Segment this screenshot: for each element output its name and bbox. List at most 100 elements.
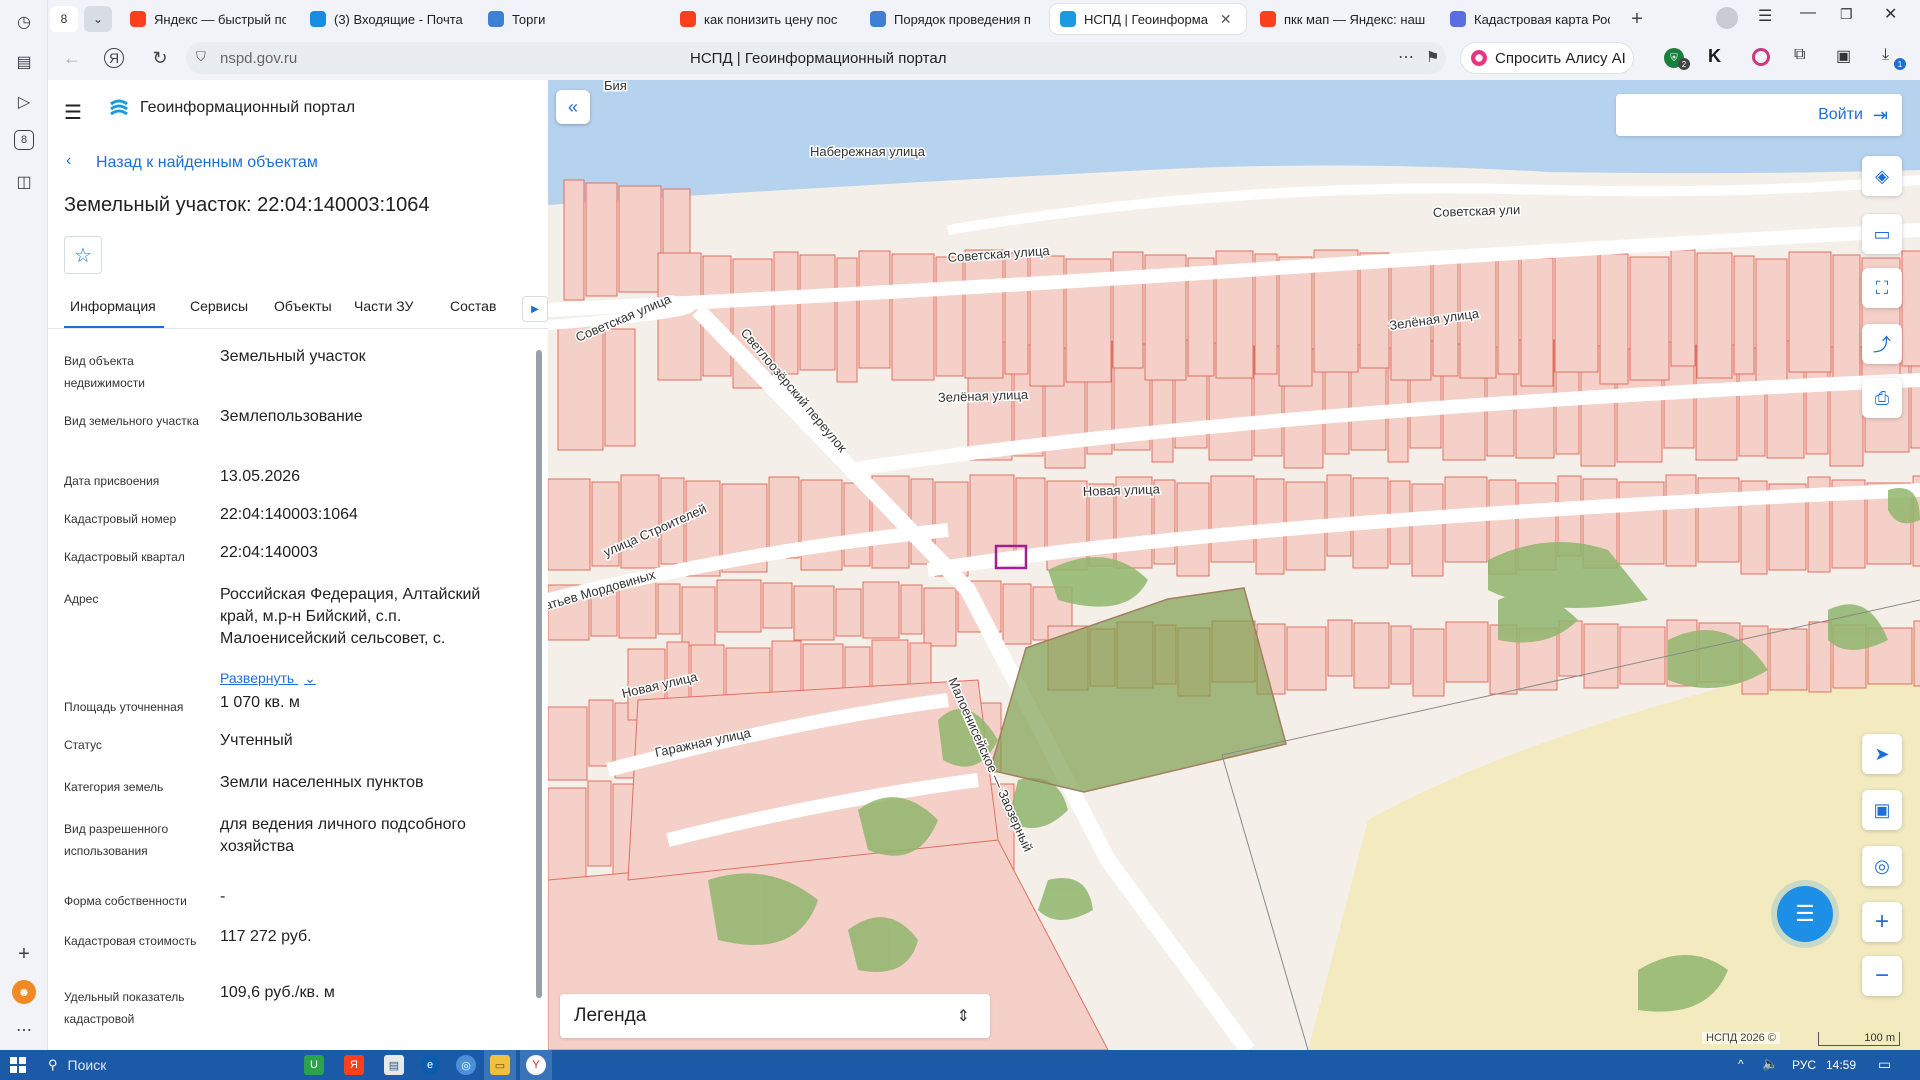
- parcel[interactable]: [681, 586, 716, 647]
- parcel[interactable]: [1665, 474, 1697, 567]
- tab-composition[interactable]: Состав: [450, 298, 496, 314]
- parcel[interactable]: [1412, 628, 1445, 697]
- parcel[interactable]: [1755, 258, 1788, 387]
- parcel[interactable]: [1788, 251, 1832, 373]
- parcel[interactable]: [548, 706, 588, 781]
- parcel[interactable]: [1520, 257, 1554, 387]
- parcel[interactable]: [773, 251, 799, 375]
- collapse-panel-icon[interactable]: «: [556, 90, 590, 124]
- parcel[interactable]: [835, 588, 862, 637]
- login-button[interactable]: Войти ⇥: [1616, 94, 1902, 136]
- parcel[interactable]: [1618, 481, 1665, 565]
- parcel[interactable]: [1112, 251, 1144, 369]
- print-icon[interactable]: ⎙: [1862, 378, 1902, 418]
- parcel[interactable]: [969, 474, 1015, 563]
- parcel[interactable]: [799, 254, 836, 371]
- parcel[interactable]: [716, 579, 762, 633]
- taskbar-notepad-icon[interactable]: ▤: [384, 1055, 404, 1075]
- tab-objects[interactable]: Объекты: [274, 298, 332, 314]
- parcel[interactable]: [964, 249, 1004, 379]
- parcel[interactable]: [1670, 249, 1696, 367]
- parcel[interactable]: [1599, 253, 1629, 385]
- new-tab-button[interactable]: +: [1624, 6, 1650, 32]
- parcel[interactable]: [1901, 250, 1920, 367]
- parcel[interactable]: [891, 253, 935, 381]
- parcel[interactable]: [1913, 620, 1920, 687]
- parcel[interactable]: [1696, 252, 1733, 379]
- parcel[interactable]: [604, 328, 636, 447]
- tabs-scroll-right-icon[interactable]: ▶: [522, 296, 548, 322]
- parcel[interactable]: [1176, 482, 1210, 577]
- parcel[interactable]: [935, 256, 964, 377]
- legend-toggle-icon[interactable]: ⇕: [957, 1006, 970, 1026]
- tab-list-chevron-icon[interactable]: ⌄: [84, 6, 112, 32]
- more-icon[interactable]: ⋯: [12, 1018, 36, 1042]
- parcel[interactable]: [1278, 256, 1313, 387]
- parcel[interactable]: [1353, 622, 1390, 689]
- parcel[interactable]: [923, 587, 957, 647]
- profile-mascot-icon[interactable]: ☻: [12, 980, 36, 1004]
- favorite-star-button[interactable]: ☆: [64, 236, 102, 274]
- back-chevron-icon[interactable]: ‹: [66, 152, 71, 170]
- hamburger-menu-icon[interactable]: ☰: [64, 100, 82, 125]
- menu-icon[interactable]: ☰: [1758, 6, 1772, 26]
- geo-pin-icon[interactable]: ◎: [1862, 846, 1902, 886]
- ruler-icon[interactable]: ▭: [1862, 214, 1902, 254]
- profile-avatar[interactable]: [1716, 7, 1738, 29]
- close-tab-icon[interactable]: ✕: [1220, 11, 1232, 28]
- taskbar-search-box[interactable]: ⚲ Поиск: [38, 1050, 288, 1080]
- tray-clock[interactable]: 14:59: [1826, 1058, 1856, 1072]
- panel-scrollbar-thumb[interactable]: [536, 350, 542, 998]
- site-info-icon[interactable]: ⛉: [196, 49, 206, 65]
- parcel[interactable]: [762, 582, 793, 629]
- taskbar-browser-icon[interactable]: e: [420, 1055, 440, 1075]
- parcel[interactable]: [620, 474, 660, 569]
- parcel[interactable]: [1210, 475, 1255, 563]
- back-arrow-icon[interactable]: ←: [60, 46, 84, 70]
- close-window-icon[interactable]: ✕: [1884, 4, 1897, 24]
- collections-icon[interactable]: ▤: [12, 50, 36, 74]
- legend-bar[interactable]: Легенда ⇕: [560, 994, 990, 1038]
- parcel[interactable]: [1359, 252, 1390, 369]
- taskbar-globe-icon[interactable]: ◎: [456, 1055, 476, 1075]
- parcel[interactable]: [1583, 623, 1619, 689]
- play-icon[interactable]: ▷: [12, 90, 36, 114]
- taskbar-explorer-slot[interactable]: ▭: [484, 1050, 516, 1080]
- parcel[interactable]: [563, 179, 585, 301]
- parcel[interactable]: [588, 699, 614, 767]
- layers-icon[interactable]: ◈: [1862, 156, 1902, 196]
- extension-puzzle-icon[interactable]: ⧉: [1794, 46, 1805, 64]
- parcel[interactable]: [618, 185, 662, 293]
- share-icon[interactable]: ⤴: [1862, 324, 1902, 364]
- zoom-out-icon[interactable]: −: [1862, 956, 1902, 996]
- back-to-results-link[interactable]: Назад к найденным объектам: [96, 154, 318, 172]
- parcel[interactable]: [862, 581, 900, 639]
- locate-arrow-icon[interactable]: ➤: [1862, 734, 1902, 774]
- download-icon[interactable]: ⤓: [1882, 46, 1889, 64]
- panel-scrollbar-track[interactable]: [536, 350, 542, 998]
- parcel[interactable]: [800, 479, 843, 571]
- taskbar-yandex-icon[interactable]: Я: [344, 1055, 364, 1075]
- tab-services[interactable]: Сервисы: [190, 298, 248, 314]
- yandex-y-icon[interactable]: Я: [104, 48, 124, 68]
- browser-tab[interactable]: nspd-icon НСПД | Геоинформа ✕: [1050, 4, 1246, 34]
- chat-support-button[interactable]: ☰: [1777, 886, 1833, 942]
- browser-tab[interactable]: map-site-icon Кадастровая карта Рос: [1440, 4, 1620, 34]
- select-area-icon[interactable]: ⛶: [1862, 268, 1902, 308]
- browser-tab[interactable]: emblem-icon Порядок проведения п: [860, 4, 1046, 34]
- parcel[interactable]: [1769, 628, 1808, 691]
- notifications-icon[interactable]: ▭: [1878, 1056, 1891, 1073]
- ask-alice-button[interactable]: Спросить Алису AI: [1460, 42, 1634, 74]
- parcel[interactable]: [1411, 483, 1444, 577]
- browser-tab[interactable]: yandex-icon Яндекс — быстрый пои: [120, 4, 296, 34]
- parcel[interactable]: [1497, 254, 1520, 375]
- parcel[interactable]: [587, 780, 612, 867]
- parcel[interactable]: [548, 787, 587, 881]
- browser-tab[interactable]: yandex-icon как понизить цену пос: [670, 4, 856, 34]
- tray-chevron-icon[interactable]: ^: [1738, 1057, 1744, 1071]
- parcel[interactable]: [1390, 625, 1412, 685]
- tray-volume-icon[interactable]: 🔈: [1762, 1056, 1778, 1072]
- parcel[interactable]: [1733, 255, 1755, 375]
- parcel[interactable]: [858, 250, 891, 369]
- map-canvas[interactable]: Набережная улицаСоветская улицаСоветская…: [548, 80, 1920, 1050]
